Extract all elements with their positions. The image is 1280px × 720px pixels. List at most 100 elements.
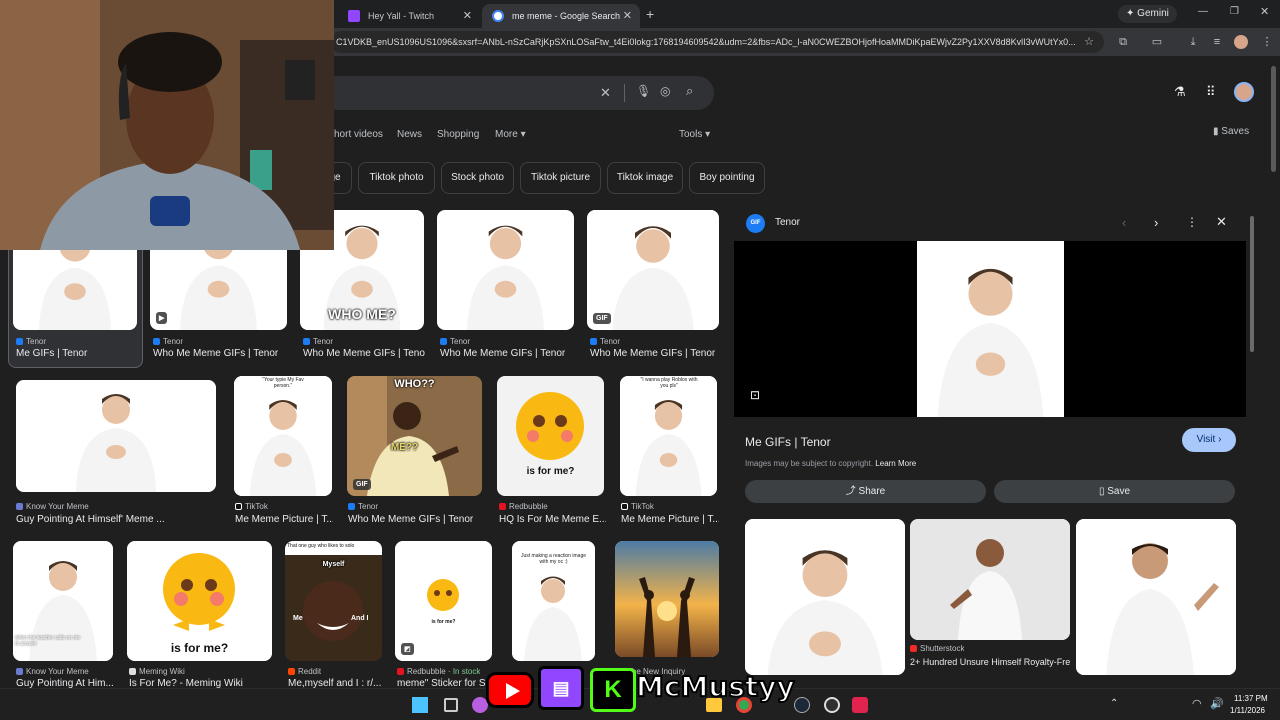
nav-tools[interactable]: Tools ▾ [679,129,710,140]
tiktok-icon [235,503,242,510]
chip-filter[interactable]: Stock photo [441,162,514,194]
more-options-icon[interactable]: ⋮ [1186,215,1198,229]
chip-filter[interactable]: Tiktok image [607,162,683,194]
image-result[interactable]: Just making a reaction image with my oc … [512,541,595,661]
image-result[interactable]: That one guy who likes to solo Myself Me… [285,541,382,661]
related-source: Shutterstock [910,644,964,653]
chip-filter[interactable]: Tiktok picture [520,162,601,194]
obs-icon[interactable] [824,697,840,713]
related-title[interactable]: 2+ Hundred Unsure Himself Royalty-Fre... [910,657,1070,667]
related-image[interactable] [745,519,905,675]
image-result[interactable]: is for me? [497,376,604,496]
menu-icon[interactable]: ⋮ [1260,35,1274,49]
result-title[interactable]: HQ Is For Me Meme E... [499,514,606,525]
cast-icon[interactable]: ▭ [1150,35,1164,49]
close-icon[interactable]: ✕ [623,9,632,22]
apps-grid-icon[interactable]: ⠿ [1206,84,1216,100]
nav-short-videos[interactable]: hort videos [334,129,383,140]
result-title[interactable]: meme" Sticker for S [397,678,494,688]
result-title[interactable]: Me Meme Picture | T... [235,514,333,525]
result-title[interactable]: Who Me Meme GIFs | Tenor [348,514,483,525]
result-title[interactable]: Guy Pointing At Himself' Meme ... [16,514,216,525]
share-label: Share [858,486,886,497]
image-caption: when the teacher calls on me to answer [15,635,81,647]
related-image[interactable] [910,519,1070,640]
image-result[interactable] [437,210,574,330]
microphone-icon[interactable]: 🎙 [636,84,651,98]
address-bar[interactable]: C1VDKB_enUS1096US1096&sxsrf=ANbL-nSzCaRj… [330,31,1104,53]
clock-date[interactable]: 1/11/2026 [1230,706,1265,715]
profile-avatar[interactable] [1234,35,1248,49]
image-result[interactable]: WHO?? ME?? GIF [347,376,482,496]
image-result[interactable]: is for me? ◩ [395,541,492,661]
twitch-logo-icon: ▤ [538,666,584,710]
saves-link[interactable]: ▮ Saves [1213,126,1249,137]
search-input[interactable]: ✕ 🎙 ◎ ⌕ [320,76,714,110]
tray-chevron-icon[interactable]: ⌃ [1110,698,1118,709]
task-view-icon[interactable] [444,698,458,712]
image-result[interactable] [16,380,216,492]
related-image[interactable] [1076,519,1236,675]
lens-search-icon[interactable]: ⊡ [750,388,760,402]
account-avatar[interactable] [1234,82,1254,102]
tenor-icon [590,338,597,345]
image-result[interactable]: is for me? [127,541,272,661]
close-panel-icon[interactable]: ✕ [1216,214,1227,230]
nav-news[interactable]: News [397,129,422,140]
chip-filter[interactable]: Tiktok photo [358,162,435,194]
close-icon[interactable]: ✕ [463,9,472,22]
visit-button[interactable]: Visit › [1182,428,1236,452]
image-result[interactable]: GIF [587,210,719,330]
wifi-icon[interactable]: ◠ [1192,697,1202,710]
image-caption-top: WHO?? [394,378,435,390]
tab-google-search[interactable]: me meme - Google Search ✕ [482,4,640,28]
result-title[interactable]: Me,myself and I : r/... [288,678,385,688]
close-window-icon[interactable]: ✕ [1260,5,1269,18]
result-source: Redbubble [499,502,548,511]
result-title[interactable]: Guy Pointing At Him... [16,678,116,688]
gemini-button[interactable]: ✦ Gemini [1118,5,1177,23]
result-title[interactable]: Who Me Meme GIFs | Tenor [590,348,720,359]
bookmark-star-icon[interactable]: ☆ [1082,35,1096,49]
emoji-thumbnail [516,392,584,460]
image-result[interactable]: "I wanna play Roblox with you pls" [620,376,717,496]
search-icon[interactable]: ⌕ [686,83,693,99]
result-title[interactable]: Me GIFs | Tenor [16,348,138,359]
result-source-label: Know Your Meme [26,667,89,676]
result-title[interactable]: Me Meme Picture | T... [621,514,719,525]
labs-flask-icon[interactable]: ⚗ [1174,84,1186,100]
page-scrollbar[interactable] [1271,66,1276,172]
preview-image-area[interactable]: ⊡ [734,241,1246,417]
lens-icon[interactable]: ◎ [660,84,670,98]
result-title[interactable]: Is For Me? - Meming Wiki [129,678,274,688]
image-result[interactable]: "Your typie My Fav person." [234,376,332,496]
panel-title[interactable]: Me GIFs | Tenor [745,435,831,449]
result-title[interactable]: Who Me Meme GIFs | Tenor [440,348,575,359]
volume-icon[interactable]: 🔊 [1210,697,1224,710]
extensions-icon[interactable]: ⧉ [1116,35,1130,49]
download-icon[interactable]: ⤓ [1186,35,1200,49]
tiktok-app-icon[interactable] [852,697,868,713]
image-result[interactable] [615,541,719,657]
media-icon[interactable]: ≡ [1210,35,1224,49]
previous-icon[interactable]: ‹ [1122,215,1126,230]
windows-start-icon[interactable] [412,697,428,713]
panel-scrollbar[interactable] [1250,216,1254,352]
nav-more[interactable]: More ▾ [495,129,526,140]
result-title[interactable]: Who Me Meme GIFs | Tenor [153,348,288,359]
clear-icon[interactable]: ✕ [600,85,611,101]
nav-shopping[interactable]: Shopping [437,129,479,140]
new-tab-icon[interactable]: + [646,6,654,22]
tab-twitch[interactable]: Hey Yall - Twitch ✕ [338,4,480,28]
chip-filter[interactable]: Boy pointing [689,162,765,194]
tenor-logo: GIF [746,214,765,233]
image-result[interactable]: when the teacher calls on me to answer [13,541,113,661]
next-icon[interactable]: › [1154,215,1158,230]
save-button[interactable]: ▯ Save [994,480,1235,503]
share-button[interactable]: ⤴ Share [745,480,986,503]
maximize-icon[interactable]: ❐ [1230,6,1239,17]
minimize-icon[interactable]: — [1198,6,1208,17]
learn-more-link[interactable]: Learn More [875,459,916,468]
clock-time[interactable]: 11:37 PM [1234,694,1268,703]
result-title[interactable]: Who Me Meme GIFs | Tenor [303,348,425,359]
